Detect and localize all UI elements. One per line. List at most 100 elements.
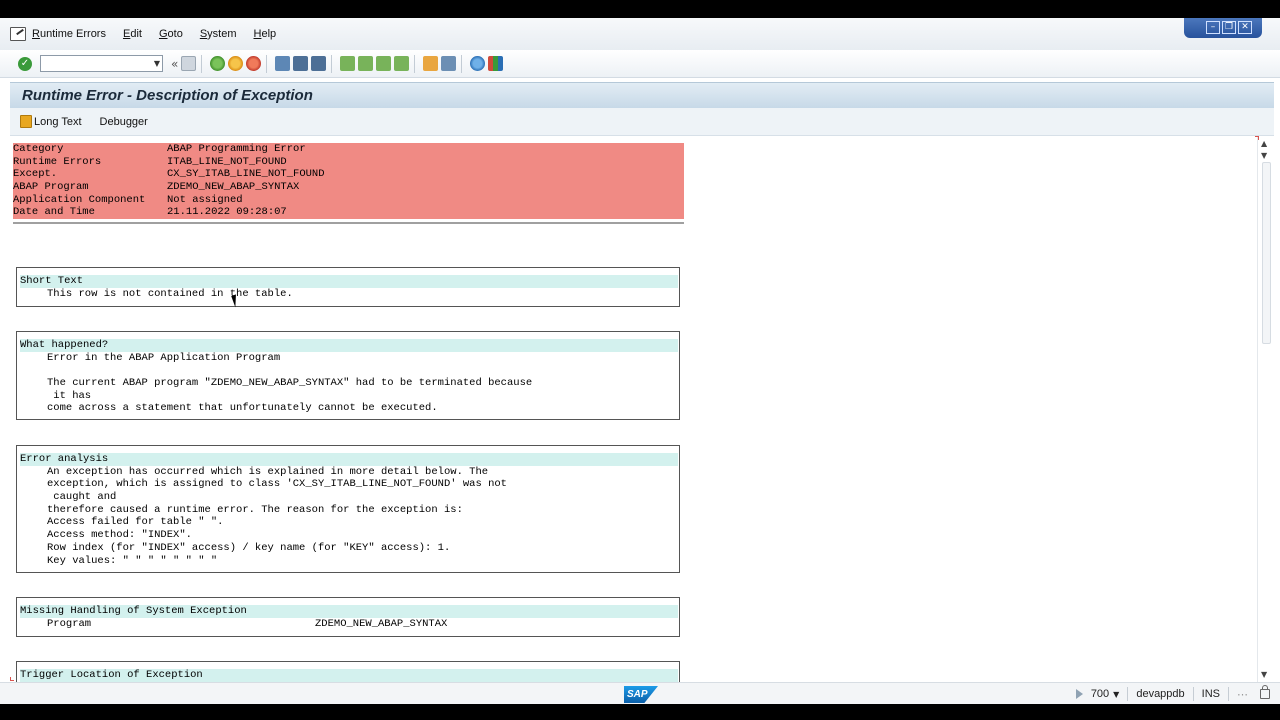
section-title: Missing Handling of System Exception xyxy=(20,605,678,618)
application-toolbar: Long Text Debugger xyxy=(10,108,1274,136)
status-separator xyxy=(1228,687,1229,701)
print-icon[interactable] xyxy=(275,56,291,71)
program-value: ZDEMO_NEW_ABAP_SYNTAX xyxy=(315,617,448,630)
first-page-icon[interactable] xyxy=(340,56,356,71)
short-text-section: Short Text This row is not contained in … xyxy=(16,267,680,307)
corner-marker xyxy=(10,677,14,681)
section-line: An exception has occurred which is expla… xyxy=(47,465,489,478)
command-field[interactable]: ▼ xyxy=(40,55,163,72)
long-text-label: Long Text xyxy=(34,115,82,128)
header-row: Category ABAP Programming Error xyxy=(13,143,306,155)
menu-bar: Runtime Errors Edit Goto System Help – ❐… xyxy=(0,18,1280,50)
long-text-button[interactable]: Long Text xyxy=(20,115,82,128)
system-name: devappdb xyxy=(1136,688,1185,700)
header-row: Application Component Not assigned xyxy=(13,193,243,206)
section-title: Short Text xyxy=(20,275,678,288)
client-number: 700 xyxy=(1090,688,1110,700)
insert-mode: INS xyxy=(1201,688,1220,700)
section-line: Access method: "INDEX". xyxy=(47,529,192,542)
section-line: This row is not contained in the table. xyxy=(47,287,293,300)
status-separator xyxy=(1127,687,1129,701)
header-row: Date and Time 21.11.2022 09:28:07 xyxy=(13,206,287,219)
scroll-down-icon[interactable]: ▼ xyxy=(1261,151,1267,160)
section-line: exception, which is assigned to class 'C… xyxy=(47,478,507,491)
save-icon[interactable] xyxy=(181,56,197,71)
help-icon[interactable] xyxy=(470,56,486,71)
debugger-label: Debugger xyxy=(99,115,148,128)
program-line: Program ZDEMO_NEW_ABAP_SYNTAX xyxy=(20,618,679,631)
shortcut-icon[interactable] xyxy=(441,56,457,71)
lock-icon[interactable] xyxy=(1260,685,1270,699)
last-page-icon[interactable] xyxy=(394,56,410,71)
sap-logo: SAP xyxy=(624,686,658,703)
menu-goto[interactable]: Goto xyxy=(159,28,183,40)
cancel-icon[interactable] xyxy=(246,56,262,71)
header-row: Runtime Errors ITAB_LINE_NOT_FOUND xyxy=(13,155,287,168)
menu-edit-icon[interactable] xyxy=(10,27,26,41)
menu-system[interactable]: System xyxy=(200,28,237,40)
minimize-icon[interactable]: – xyxy=(1206,20,1220,34)
scroll-down-icon[interactable]: ▼ xyxy=(1261,670,1267,679)
what-happened-section: What happened? Error in the ABAP Applica… xyxy=(16,331,680,420)
toolbar-separator xyxy=(331,54,333,73)
section-line: Error in the ABAP Application Program xyxy=(47,351,281,364)
section-line xyxy=(20,364,679,377)
section-line: come across a statement that unfortunate… xyxy=(47,402,438,415)
vertical-scrollbar[interactable]: ▲ ▼ ▼ xyxy=(1257,136,1274,682)
missing-handling-section: Missing Handling of System Exception Pro… xyxy=(16,597,680,637)
find-next-icon[interactable] xyxy=(311,56,327,71)
close-icon[interactable]: ✕ xyxy=(1238,20,1252,34)
scroll-up-icon[interactable]: ▲ xyxy=(1261,139,1267,148)
error-analysis-section: Error analysis An exception has occurred… xyxy=(16,445,680,573)
section-line: Access failed for table " ". xyxy=(47,516,224,529)
restore-icon[interactable]: ❐ xyxy=(1222,20,1236,34)
section-line: The current ABAP program "ZDEMO_NEW_ABAP… xyxy=(47,377,533,390)
chevron-down-icon[interactable]: ▼ xyxy=(1113,690,1119,699)
page-title: Runtime Error - Description of Exception xyxy=(22,87,313,104)
menu-help[interactable]: Help xyxy=(254,28,277,40)
back-icon[interactable] xyxy=(210,56,226,71)
system-toolbar: ✓ ▼ « xyxy=(0,50,1280,78)
sap-window: Runtime Errors Edit Goto System Help – ❐… xyxy=(0,18,1280,704)
menu-edit[interactable]: Edit xyxy=(123,28,142,40)
play-icon[interactable] xyxy=(1075,689,1083,699)
toolbar-separator xyxy=(201,54,203,73)
scrollbar-thumb[interactable] xyxy=(1262,162,1271,344)
section-title: What happened? xyxy=(20,339,678,352)
screen-title-bar: Runtime Error - Description of Exception xyxy=(10,82,1274,108)
find-icon[interactable] xyxy=(293,56,309,71)
error-header-table: Category ABAP Programming Error Runtime E… xyxy=(13,143,684,220)
status-separator xyxy=(1192,687,1194,701)
command-input[interactable] xyxy=(41,56,145,71)
section-line: Row index (for "INDEX" access) / key nam… xyxy=(47,541,451,554)
chevron-down-icon[interactable]: ▼ xyxy=(154,59,160,68)
section-line: it has xyxy=(47,389,92,402)
exit-icon[interactable] xyxy=(228,56,244,71)
debugger-button[interactable]: Debugger xyxy=(100,116,148,128)
header-row: ABAP Program ZDEMO_NEW_ABAP_SYNTAX xyxy=(13,181,300,194)
section-title: Error analysis xyxy=(20,453,678,466)
section-line: therefore caused a runtime error. The re… xyxy=(47,503,463,516)
section-title: Trigger Location of Exception xyxy=(20,669,678,682)
section-line: caught and xyxy=(47,491,117,504)
enter-check-icon[interactable]: ✓ xyxy=(18,56,32,71)
program-label: Program xyxy=(47,617,92,630)
create-session-icon[interactable] xyxy=(423,56,439,71)
collapse-double-chevron-icon[interactable]: « xyxy=(171,57,178,71)
corner-marker xyxy=(1255,136,1259,140)
trigger-location-section: Trigger Location of Exception xyxy=(16,661,680,682)
long-text-icon xyxy=(20,115,32,128)
next-page-icon[interactable] xyxy=(376,56,392,71)
status-bar: SAP 700 ▼ devappdb INS ⋯ xyxy=(0,682,1280,704)
window-controls: – ❐ ✕ xyxy=(1184,18,1262,38)
toolbar-separator xyxy=(266,54,268,73)
menu-runtime-errors[interactable]: Runtime Errors xyxy=(32,28,106,40)
layout-icon[interactable] xyxy=(488,56,504,71)
status-info: 700 ▼ devappdb INS ⋯ xyxy=(1075,685,1270,701)
header-row: Except. CX_SY_ITAB_LINE_NOT_FOUND xyxy=(13,168,325,181)
status-handle-icon[interactable]: ⋯ xyxy=(1237,688,1248,701)
header-divider xyxy=(13,222,684,224)
previous-page-icon[interactable] xyxy=(358,56,374,71)
toolbar-separator xyxy=(461,54,463,73)
dump-content[interactable]: Category ABAP Programming Error Runtime E… xyxy=(10,136,1257,682)
